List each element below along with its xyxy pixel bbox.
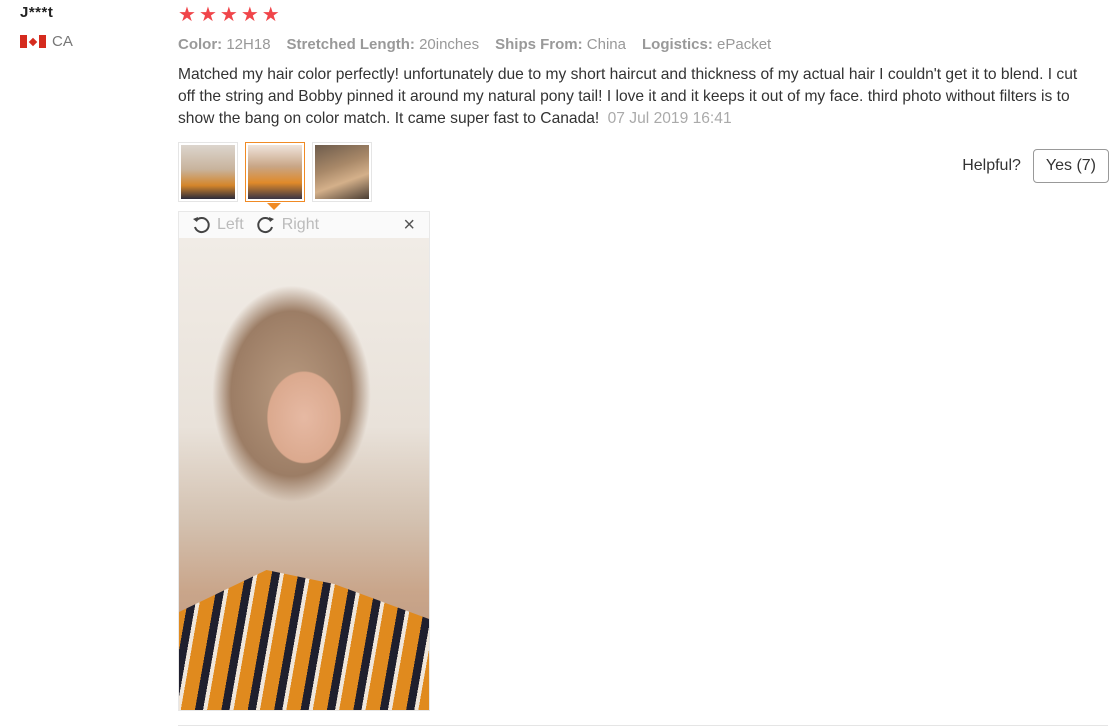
- star-icon: ★: [219, 4, 238, 26]
- attribute-length: Stretched Length: 20inches: [286, 36, 480, 53]
- product-attributes: Color: 12H18 Stretched Length: 20inches …: [178, 36, 1108, 53]
- rotate-left-button[interactable]: Left: [191, 215, 244, 235]
- review-photo-image: [181, 145, 235, 199]
- star-icon: ★: [198, 4, 217, 26]
- photo-thumbnail[interactable]: [178, 142, 238, 202]
- star-rating: ★ ★ ★ ★ ★: [178, 4, 1108, 26]
- helpful-label: Helpful?: [962, 157, 1021, 174]
- attribute-logistics: Logistics: ePacket: [642, 36, 772, 53]
- rotate-left-icon: [193, 217, 210, 234]
- divider: [178, 725, 1108, 726]
- review-date: 07 Jul 2019 16:41: [607, 110, 732, 127]
- reviewer-info: J***t CA: [20, 4, 73, 50]
- attribute-ships-from: Ships From: China: [495, 36, 626, 53]
- review-photo-image: [315, 145, 369, 199]
- star-icon: ★: [240, 4, 259, 26]
- photo-thumbnail[interactable]: [312, 142, 372, 202]
- selected-thumbnail-caret: [267, 203, 281, 210]
- star-icon: ★: [261, 4, 280, 26]
- helpful-yes-button[interactable]: Yes (7): [1032, 149, 1109, 183]
- star-icon: ★: [178, 4, 196, 26]
- reviewer-country: CA: [20, 33, 73, 50]
- rotate-right-button[interactable]: Right: [256, 215, 319, 235]
- reviewer-name: J***t: [20, 4, 54, 21]
- review-text: Matched my hair color perfectly! unfortu…: [178, 66, 1078, 127]
- photo-thumbnail-selected[interactable]: [245, 142, 305, 202]
- photo-viewer: Left Right ×: [178, 211, 430, 711]
- canada-flag-icon: [20, 35, 46, 48]
- helpful-section: Helpful? Yes (7): [962, 149, 1109, 183]
- photo-thumbnails: [178, 142, 372, 202]
- country-code: CA: [52, 33, 73, 50]
- attribute-color: Color: 12H18: [178, 36, 271, 53]
- review-photo-large: [179, 238, 429, 710]
- review-photo-image: [248, 145, 302, 199]
- viewer-toolbar: Left Right ×: [179, 212, 429, 238]
- rotate-right-icon: [257, 217, 274, 234]
- photo-clothing-stripes: [179, 570, 429, 710]
- close-icon[interactable]: ×: [403, 215, 415, 235]
- review-body: ★ ★ ★ ★ ★ Color: 12H18 Stretched Length:…: [178, 4, 1108, 130]
